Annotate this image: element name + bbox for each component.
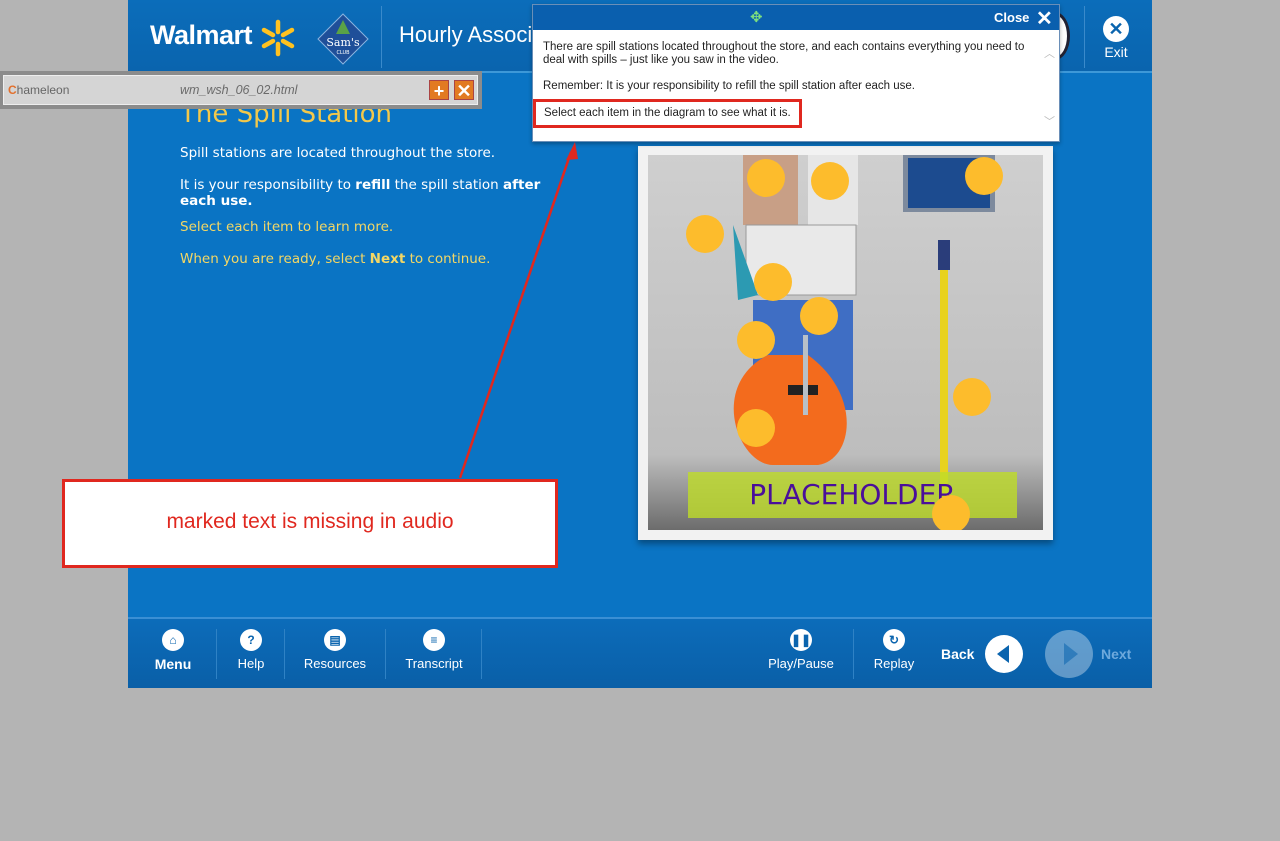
hotspot-item-9[interactable] [737, 409, 775, 447]
responsibility-text: It is your responsibility to refill the … [180, 177, 541, 209]
document-icon: ▤ [324, 629, 346, 651]
hotspot-item-4[interactable] [686, 215, 724, 253]
popup-text-intro: There are spill stations located through… [543, 41, 1025, 66]
exit-label: Exit [1104, 44, 1128, 60]
hotspot-item-5[interactable] [754, 263, 792, 301]
chameleon-logo: Chameleon [8, 83, 70, 97]
spill-station-diagram: PLACEHOLDER [638, 146, 1053, 540]
popup-titlebar[interactable]: ✥ Close ✕ [533, 5, 1059, 30]
footer-divider [284, 629, 285, 679]
hotspot-item-1[interactable] [747, 159, 785, 197]
replay-icon: ↻ [883, 629, 905, 651]
svg-text:CLUB: CLUB [336, 50, 350, 56]
back-label[interactable]: Back [941, 646, 974, 662]
exit-button[interactable]: ✕ Exit [1086, 10, 1146, 66]
help-icon: ? [240, 629, 262, 651]
close-circle-icon: ✕ [1103, 16, 1129, 42]
next-instruction-text: When you are ready, select Next to conti… [180, 251, 491, 267]
next-label[interactable]: Next [1101, 646, 1131, 662]
sams-club-logo: Sam's CLUB [317, 13, 369, 65]
list-icon: ≡ [423, 629, 445, 651]
back-button[interactable] [985, 635, 1023, 673]
hotspot-item-7[interactable] [737, 321, 775, 359]
add-button[interactable]: + [429, 80, 449, 101]
close-button[interactable]: ✕ [454, 80, 474, 101]
popup-close-label[interactable]: Close [994, 10, 1029, 25]
next-arrow-icon [1064, 643, 1078, 665]
close-icon[interactable]: ✕ [1036, 6, 1053, 31]
help-button[interactable]: ? Help [234, 629, 268, 671]
play-pause-button[interactable]: ❚❚ Play/Pause [768, 629, 834, 671]
back-arrow-icon [997, 645, 1009, 663]
svg-text:Sam's: Sam's [326, 36, 360, 49]
footer-toolbar: ⌂ Menu ? Help ▤ Resources ≡ Transcript ❚… [128, 617, 1152, 688]
header-divider [381, 6, 382, 68]
popup-scrollbar[interactable]: ︿ ﹀ [1044, 45, 1056, 129]
menu-button[interactable]: ⌂ Menu [153, 629, 193, 672]
header-divider [1084, 6, 1085, 68]
annotation-box: marked text is missing in audio [62, 479, 558, 568]
footer-divider [481, 629, 482, 679]
popup-body: There are spill stations located through… [533, 41, 1038, 141]
footer-divider [216, 629, 217, 679]
file-name: wm_wsh_06_02.html [180, 83, 298, 97]
instruction-text: Select each item to learn more. [180, 219, 394, 235]
annotation-text: marked text is missing in audio [166, 510, 454, 533]
pause-icon: ❚❚ [790, 629, 812, 651]
footer-divider [385, 629, 386, 679]
hotspot-item-10[interactable] [932, 495, 970, 530]
home-icon: ⌂ [162, 629, 184, 651]
hotspot-item-6[interactable] [800, 297, 838, 335]
hotspot-item-8[interactable] [953, 378, 991, 416]
transcript-button[interactable]: ≡ Transcript [404, 629, 464, 671]
next-button[interactable] [1045, 630, 1093, 678]
scroll-up-icon[interactable]: ︿ [1044, 45, 1056, 61]
resources-button[interactable]: ▤ Resources [303, 629, 367, 671]
intro-text: Spill stations are located throughout th… [180, 145, 496, 161]
move-icon[interactable]: ✥ [750, 8, 763, 26]
close-icon: ✕ [456, 81, 472, 101]
replay-button[interactable]: ↻ Replay [872, 629, 916, 671]
walmart-logo: Walmart [150, 20, 253, 50]
walmart-spark-icon [261, 19, 295, 57]
spill-station-image: PLACEHOLDER [648, 155, 1043, 530]
popup-text-reminder: Remember: It is your responsibility to r… [543, 80, 915, 92]
hotspot-item-3[interactable] [965, 157, 1003, 195]
info-popup: ✥ Close ✕ There are spill stations locat… [532, 4, 1060, 142]
hotspot-item-2[interactable] [811, 162, 849, 200]
plus-icon: + [433, 81, 445, 101]
scroll-down-icon[interactable]: ﹀ [1044, 113, 1056, 129]
chameleon-toolbar: Chameleon wm_wsh_06_02.html + ✕ [0, 71, 482, 109]
footer-divider [853, 629, 854, 679]
popup-text-highlighted: Select each item in the diagram to see w… [533, 99, 802, 128]
